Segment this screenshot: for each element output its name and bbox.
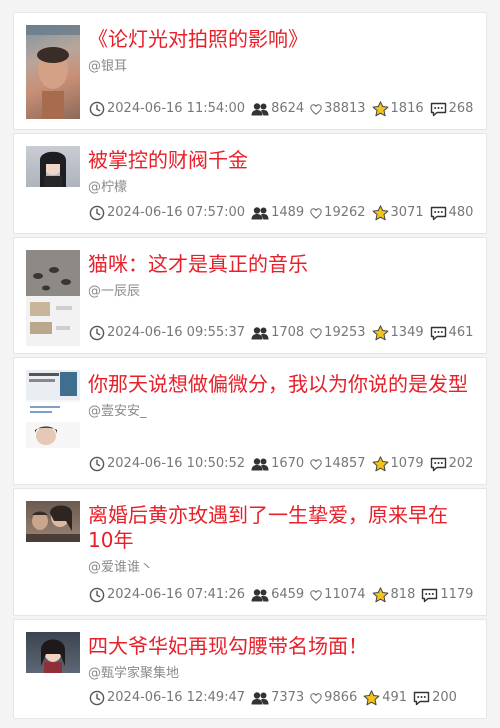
video-title[interactable]: 被掌控的财阀千金 xyxy=(88,148,468,173)
video-title[interactable]: 你那天说想做偏微分，我以为你说的是发型 xyxy=(88,372,468,397)
viewers-icon xyxy=(251,458,269,471)
video-thumbnail[interactable] xyxy=(26,146,80,187)
video-views: 1670 xyxy=(271,456,305,471)
clock-icon xyxy=(89,690,105,706)
video-stats: 2024-06-16 12:49:47 7373 9866 491 200 xyxy=(89,690,480,706)
video-author[interactable]: @甄学家聚集地 xyxy=(88,665,468,683)
video-comments: 461 xyxy=(448,325,474,340)
video-title[interactable]: 离婚后黄亦玫遇到了一生挚爱，原来早在10年 xyxy=(88,503,468,553)
comment-icon xyxy=(413,691,430,705)
video-stats: 2024-06-16 07:41:26 6459 11074 818 1179 xyxy=(89,587,480,603)
heart-icon xyxy=(310,207,322,219)
video-likes: 38813 xyxy=(324,101,366,116)
viewers-icon xyxy=(251,692,269,705)
video-likes: 9866 xyxy=(324,690,358,705)
clock-icon xyxy=(89,101,105,117)
video-thumbnail[interactable] xyxy=(26,370,80,448)
video-views: 8624 xyxy=(271,101,305,116)
clock-icon xyxy=(89,325,105,341)
video-favorites: 818 xyxy=(390,587,416,602)
video-title[interactable]: 四大爷华妃再现勾腰带名场面！ xyxy=(88,634,468,659)
video-views: 1708 xyxy=(271,325,305,340)
comment-icon xyxy=(422,588,438,602)
video-card[interactable]: 离婚后黄亦玫遇到了一生挚爱，原来早在10年 @爱谁谁丶 2024-06-16 0… xyxy=(13,488,487,616)
video-date: 2024-06-16 09:55:37 xyxy=(107,325,246,340)
video-card[interactable]: 《论灯光对拍照的影响》 @银耳 2024-06-16 11:54:00 8624… xyxy=(13,12,487,130)
comment-icon xyxy=(430,326,446,340)
video-likes: 19262 xyxy=(324,205,366,220)
star-icon xyxy=(372,325,388,341)
video-date: 2024-06-16 11:54:00 xyxy=(107,101,246,116)
heart-icon xyxy=(310,692,322,704)
video-likes: 11074 xyxy=(324,587,366,602)
star-icon xyxy=(372,587,388,603)
viewers-icon xyxy=(251,327,269,340)
video-comments: 268 xyxy=(448,101,474,116)
video-author[interactable]: @壹安安_ xyxy=(88,403,468,421)
heart-icon xyxy=(310,103,322,115)
video-card[interactable]: 你那天说想做偏微分，我以为你说的是发型 @壹安安_ 2024-06-16 10:… xyxy=(13,357,487,485)
video-title[interactable]: 《论灯光对拍照的影响》 xyxy=(88,27,468,52)
video-stats: 2024-06-16 11:54:00 8624 38813 1816 268 xyxy=(89,101,480,117)
video-card[interactable]: 被掌控的财阀千金 @柠檬 2024-06-16 07:57:00 1489 19… xyxy=(13,133,487,234)
video-favorites: 1349 xyxy=(390,325,424,340)
comment-icon xyxy=(430,457,446,471)
clock-icon xyxy=(89,587,105,603)
clock-icon xyxy=(89,456,105,472)
video-likes: 14857 xyxy=(324,456,366,471)
video-views: 6459 xyxy=(271,587,305,602)
video-likes: 19253 xyxy=(324,325,366,340)
star-icon xyxy=(372,456,388,472)
video-comments: 1179 xyxy=(440,587,474,602)
video-views: 7373 xyxy=(271,690,305,705)
video-favorites: 491 xyxy=(382,690,408,705)
video-thumbnail[interactable] xyxy=(26,25,80,119)
viewers-icon xyxy=(251,589,269,602)
video-views: 1489 xyxy=(271,205,305,220)
clock-icon xyxy=(89,205,105,221)
video-date: 2024-06-16 12:49:47 xyxy=(107,690,246,705)
video-author[interactable]: @银耳 xyxy=(88,58,468,76)
star-icon xyxy=(363,690,380,706)
video-card[interactable]: 四大爷华妃再现勾腰带名场面！ @甄学家聚集地 2024-06-16 12:49:… xyxy=(13,619,487,719)
comment-icon xyxy=(430,206,446,220)
video-comments: 202 xyxy=(448,456,474,471)
heart-icon xyxy=(310,458,322,470)
comment-icon xyxy=(430,102,446,116)
heart-icon xyxy=(310,589,322,601)
video-list: 《论灯光对拍照的影响》 @银耳 2024-06-16 11:54:00 8624… xyxy=(0,0,500,719)
video-comments: 200 xyxy=(432,690,457,705)
video-author[interactable]: @爱谁谁丶 xyxy=(88,559,468,577)
video-stats: 2024-06-16 10:50:52 1670 14857 1079 202 xyxy=(89,456,480,472)
video-favorites: 3071 xyxy=(390,205,424,220)
video-date: 2024-06-16 07:41:26 xyxy=(107,587,246,602)
video-stats: 2024-06-16 09:55:37 1708 19253 1349 461 xyxy=(89,325,480,341)
video-author[interactable]: @柠檬 xyxy=(88,179,468,197)
video-favorites: 1079 xyxy=(390,456,424,471)
video-thumbnail[interactable] xyxy=(26,501,80,542)
video-favorites: 1816 xyxy=(390,101,424,116)
video-stats: 2024-06-16 07:57:00 1489 19262 3071 480 xyxy=(89,205,480,221)
video-comments: 480 xyxy=(448,205,474,220)
video-date: 2024-06-16 07:57:00 xyxy=(107,205,246,220)
video-card[interactable]: 猫咪：这才是真正的音乐 @一辰辰 2024-06-16 09:55:37 170… xyxy=(13,237,487,354)
video-thumbnail[interactable] xyxy=(26,250,80,346)
star-icon xyxy=(372,205,388,221)
video-title[interactable]: 猫咪：这才是真正的音乐 xyxy=(88,252,468,277)
video-thumbnail[interactable] xyxy=(26,632,80,673)
heart-icon xyxy=(310,327,322,339)
star-icon xyxy=(372,101,388,117)
viewers-icon xyxy=(251,103,269,116)
viewers-icon xyxy=(251,207,269,220)
video-author[interactable]: @一辰辰 xyxy=(88,283,468,301)
video-date: 2024-06-16 10:50:52 xyxy=(107,456,246,471)
